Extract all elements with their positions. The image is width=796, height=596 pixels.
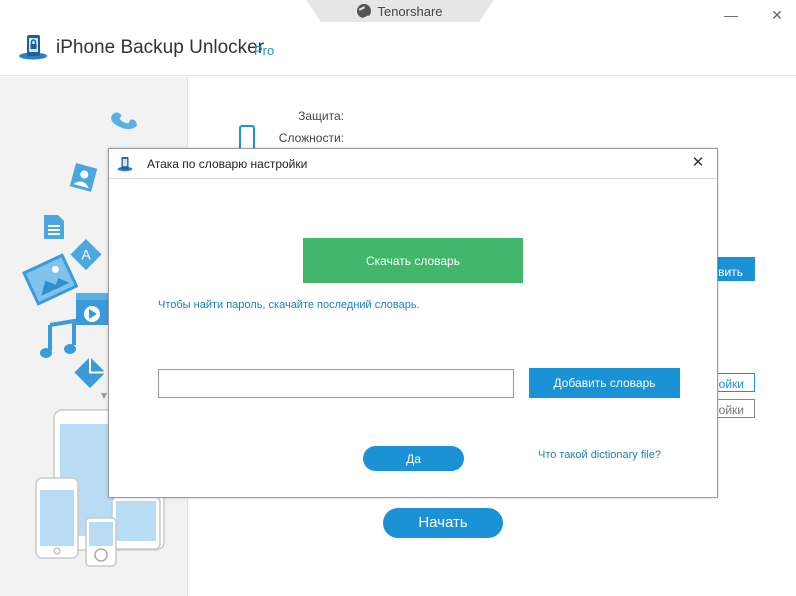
document-icon [44, 215, 64, 239]
mail-icon [74, 357, 106, 389]
dialog-titlebar: Атака по словарю настройки ✕ [109, 149, 717, 179]
minimize-icon[interactable]: — [722, 6, 740, 24]
brand-tab: Tenorshare [306, 0, 494, 22]
title-bar: Tenorshare — ✕ iPhone Backup Unlocker Pr… [0, 0, 796, 76]
app-lock-icon [19, 35, 47, 60]
phone-small-icon [111, 496, 161, 550]
app-store-icon: A [70, 239, 102, 271]
brand-name: Tenorshare [377, 3, 443, 19]
add-dictionary-button[interactable]: Добавить словарь [529, 368, 680, 398]
dialog-title: Атака по словарю настройки [147, 156, 308, 171]
protection-label: Защита: [298, 109, 344, 123]
contact-icon [69, 163, 98, 192]
ipod-icon [85, 517, 117, 567]
dictionary-help-link[interactable]: Что такой dictionary file? [538, 449, 661, 461]
tenorshare-logo-icon [357, 4, 372, 18]
iphone-icon [35, 477, 79, 559]
video-icon [76, 293, 108, 325]
close-icon[interactable]: ✕ [768, 6, 786, 24]
photo-icon [22, 253, 79, 306]
download-dictionary-button[interactable]: Скачать словарь [303, 238, 523, 283]
edition-label: Pro [254, 43, 275, 58]
phone-icon [111, 112, 137, 130]
app-title: iPhone Backup Unlocker [56, 37, 265, 58]
ok-button[interactable]: Да [363, 446, 464, 471]
music-note-icon [40, 318, 76, 358]
dictionary-path-input[interactable] [158, 369, 514, 398]
start-button[interactable]: Начать [383, 508, 503, 538]
dialog-close-icon[interactable]: ✕ [689, 154, 707, 172]
hint-text: Чтобы найти пароль, скачайте последний с… [158, 299, 420, 311]
dialog-app-icon [117, 156, 133, 171]
svg-text:A: A [81, 247, 91, 263]
dictionary-attack-dialog: Атака по словарю настройки ✕ Скачать сло… [108, 148, 718, 498]
